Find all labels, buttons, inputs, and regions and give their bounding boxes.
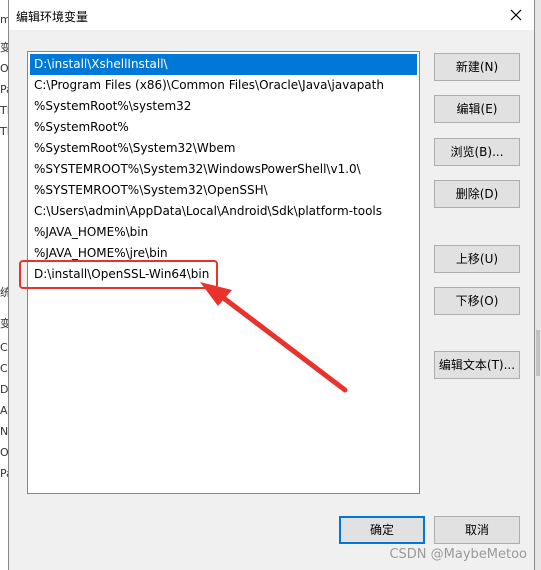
watermark: CSDN @MaybeMetoo xyxy=(389,547,527,562)
annotation-arrow-icon xyxy=(200,282,348,393)
